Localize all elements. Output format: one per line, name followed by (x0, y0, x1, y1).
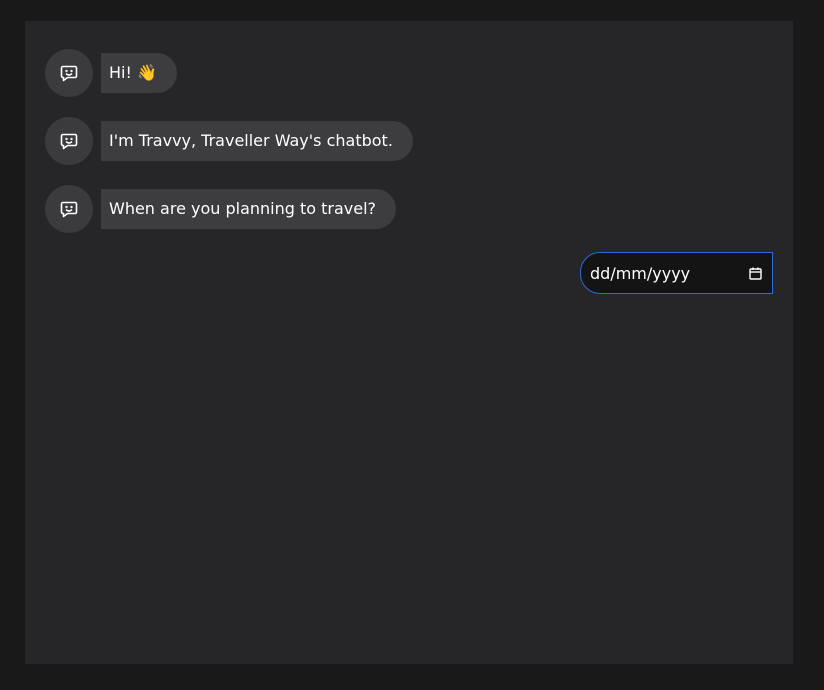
chat-panel: Hi! 👋 I'm Travvy, Traveller Way's chatbo… (25, 21, 793, 664)
date-placeholder: dd/mm/yyyy (590, 263, 691, 283)
bot-message: When are you planning to travel? (45, 185, 397, 233)
chatbot-avatar (45, 117, 93, 165)
chatbot-avatar (45, 185, 93, 233)
message-bubble: I'm Travvy, Traveller Way's chatbot. (101, 121, 413, 161)
chatbot-avatar (45, 49, 93, 97)
message-bubble: Hi! 👋 (101, 53, 177, 93)
travel-date-input[interactable]: dd/mm/yyyy (580, 252, 773, 294)
bot-message: I'm Travvy, Traveller Way's chatbot. (45, 117, 413, 165)
chatbot-icon (59, 131, 79, 151)
chatbot-icon (59, 63, 79, 83)
calendar-icon[interactable] (748, 266, 762, 280)
bot-message: Hi! 👋 (45, 49, 177, 97)
chatbot-icon (59, 199, 79, 219)
message-bubble: When are you planning to travel? (101, 189, 397, 229)
